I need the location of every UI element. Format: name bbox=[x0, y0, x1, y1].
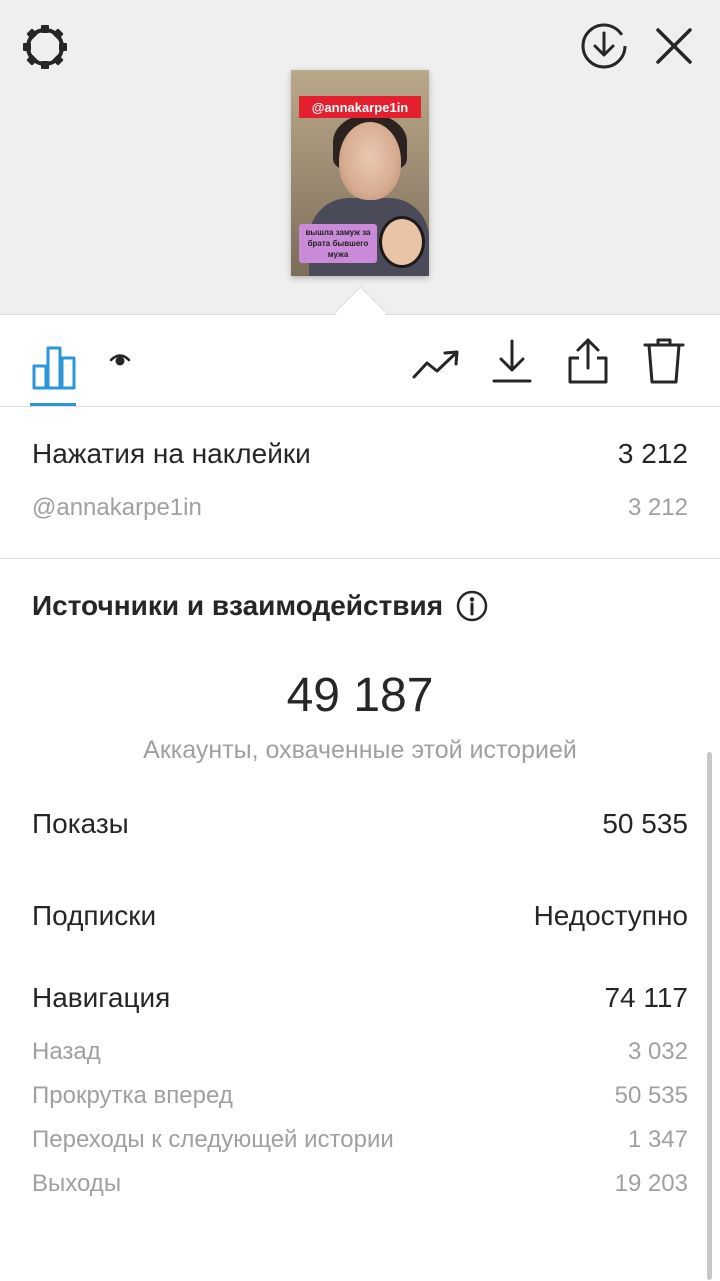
follows-row: Подписки Недоступно bbox=[32, 900, 688, 932]
sticker-taps-label: Нажатия на наклейки bbox=[32, 438, 311, 469]
navigation-item-label: Выходы bbox=[32, 1170, 122, 1197]
tab-viewers[interactable] bbox=[100, 340, 140, 380]
story-thumbnail[interactable]: @annakarpe1in вышла замуж за брата бывше… bbox=[291, 70, 429, 276]
reach-value: 49 187 bbox=[286, 669, 434, 722]
navigation-forward-row: Прокрутка вперед 50 535 bbox=[32, 1082, 688, 1110]
navigation-item-label: Прокрутка вперед bbox=[32, 1082, 233, 1109]
trend-icon bbox=[412, 350, 459, 379]
discovery-section-title: Источники и взаимодействия bbox=[32, 586, 489, 626]
promote-button[interactable] bbox=[410, 338, 462, 388]
navigation-label: Навигация bbox=[32, 982, 171, 1013]
navigation-item-value: 19 203 bbox=[614, 1170, 688, 1197]
navigation-item-value: 1 347 bbox=[627, 1126, 688, 1153]
sticker-taps-row: Нажатия на наклейки 3 212 bbox=[32, 438, 688, 470]
download-circle-icon bbox=[581, 23, 627, 69]
impressions-row: Показы 50 535 bbox=[32, 808, 688, 840]
share-button[interactable] bbox=[563, 334, 613, 388]
settings-button[interactable] bbox=[20, 22, 70, 72]
close-icon bbox=[656, 28, 692, 64]
download-icon bbox=[492, 339, 532, 383]
sticker-taps-value: 3 212 bbox=[617, 438, 688, 469]
tab-insights[interactable] bbox=[28, 336, 80, 400]
scrollbar[interactable] bbox=[707, 752, 712, 1280]
navigation-next-story-row: Переходы к следующей истории 1 347 bbox=[32, 1126, 688, 1154]
trash-icon bbox=[643, 338, 685, 384]
info-icon[interactable] bbox=[455, 589, 489, 623]
sticker-tap-item-label: @annakarpe1in bbox=[32, 494, 202, 521]
navigation-exits-row: Выходы 19 203 bbox=[32, 1170, 688, 1198]
share-icon bbox=[568, 338, 608, 384]
navigation-back-row: Назад 3 032 bbox=[32, 1038, 688, 1066]
eye-icon bbox=[109, 354, 131, 366]
save-button[interactable] bbox=[488, 334, 536, 388]
impressions-label: Показы bbox=[32, 808, 129, 839]
delete-button[interactable] bbox=[640, 334, 688, 388]
reach-label: Аккаунты, охваченные этой историей bbox=[143, 736, 577, 764]
story-caption: вышла замуж за брата бывшего мужа bbox=[299, 224, 377, 263]
settings-icon bbox=[23, 25, 67, 69]
follows-value: Недоступно bbox=[533, 900, 688, 931]
mention-sticker: @annakarpe1in bbox=[299, 96, 421, 118]
navigation-row: Навигация 74 117 bbox=[32, 982, 688, 1014]
active-tab-indicator bbox=[30, 403, 76, 406]
follows-label: Подписки bbox=[32, 900, 157, 931]
navigation-item-label: Назад bbox=[32, 1038, 101, 1065]
discovery-title-text: Источники и взаимодействия bbox=[32, 590, 444, 621]
impressions-value: 50 535 bbox=[602, 808, 688, 839]
navigation-item-value: 50 535 bbox=[614, 1082, 688, 1109]
sticker-tap-item: @annakarpe1in 3 212 bbox=[32, 494, 688, 522]
navigation-item-value: 3 032 bbox=[627, 1038, 688, 1065]
section-divider bbox=[0, 558, 720, 559]
close-button[interactable] bbox=[650, 20, 698, 72]
bitmoji-sticker bbox=[379, 216, 425, 268]
download-story-button[interactable] bbox=[578, 20, 630, 72]
bar-chart-icon bbox=[32, 346, 76, 390]
sticker-tap-item-value: 3 212 bbox=[627, 494, 688, 521]
navigation-item-label: Переходы к следующей истории bbox=[32, 1126, 394, 1153]
navigation-value: 74 117 bbox=[604, 982, 688, 1013]
